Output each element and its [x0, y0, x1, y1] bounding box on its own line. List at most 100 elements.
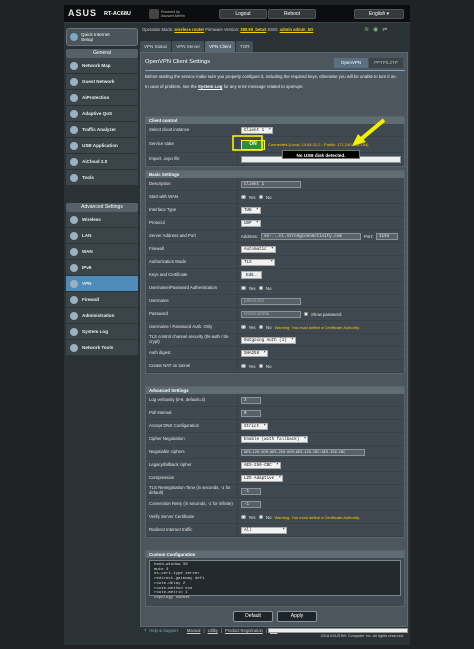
globe-icon: [70, 33, 78, 41]
port-input[interactable]: 1194: [376, 232, 399, 240]
client-instance-select[interactable]: Client 1: [241, 126, 274, 134]
help-icon: ?: [144, 628, 147, 633]
row-keys: Keys and Certificate Edit...: [146, 269, 404, 282]
tab-vpn-client[interactable]: VPN Client: [205, 41, 236, 52]
server-address-input[interactable]: vn-...nl.strongconnectivity.com: [260, 232, 361, 240]
sidebar-item-wan[interactable]: WAN: [66, 244, 138, 260]
ssid-value[interactable]: admin admin_5G: [280, 27, 314, 32]
show-password-checkbox[interactable]: [304, 312, 308, 316]
apply-button[interactable]: Apply: [277, 611, 317, 622]
auth-mode-select[interactable]: TLS: [241, 258, 275, 266]
sidebar-label: Network Tools: [82, 345, 114, 350]
sidebar-item-vpn[interactable]: VPN: [66, 276, 138, 292]
poll-interval-input[interactable]: 0: [241, 409, 261, 417]
userpass-only-yes-radio[interactable]: [241, 324, 246, 330]
utility-link[interactable]: Utility: [208, 628, 218, 633]
log-verbosity-input[interactable]: 3: [241, 396, 261, 404]
subtab-openvpn[interactable]: OpenVPN: [334, 58, 368, 68]
accept-dns-select[interactable]: Strict: [241, 422, 269, 430]
sidebar-item-aiprotection[interactable]: AiProtection: [66, 90, 138, 106]
manual-link[interactable]: Manual: [187, 628, 201, 633]
wan-icon: [70, 247, 78, 256]
legacy-cipher-select[interactable]: AES-256-CBC: [241, 461, 281, 469]
verify-cert-no-radio[interactable]: [258, 514, 264, 520]
password-input[interactable]: Wnb5kq0d9m: [241, 310, 301, 318]
compression-select[interactable]: LZO Adaptive: [241, 474, 284, 482]
redirect-traffic-select[interactable]: All: [241, 526, 287, 534]
help-support-link[interactable]: Help & Support: [149, 628, 177, 633]
tab-vpn-server[interactable]: VPN Server: [172, 41, 205, 52]
row-legacy-cipher: Legacy/fallback cipher AES-256-CBC: [146, 459, 404, 472]
firewall-select[interactable]: Automatic: [241, 245, 276, 253]
start-wan-no-radio[interactable]: [258, 194, 264, 200]
usb-icon[interactable]: ⇌: [382, 26, 387, 33]
username-input[interactable]: p8041422: [241, 297, 301, 305]
userpass-only-no-radio[interactable]: [258, 324, 264, 330]
negotiable-ciphers-input[interactable]: AES-128-GCM:AES-256-GCM:AES-128-CBC:AES-…: [241, 448, 365, 456]
nat-no-radio[interactable]: [258, 363, 264, 369]
sidebar-item-network-map[interactable]: Network Map: [66, 58, 138, 74]
qis-label: Quick Internet Setup: [81, 32, 110, 42]
system-log-link[interactable]: System Log: [198, 84, 222, 89]
op-mode-value[interactable]: wireless router: [174, 27, 204, 32]
default-button[interactable]: Default: [233, 611, 273, 622]
advanced-header: Advanced Settings: [66, 203, 138, 212]
row-label: Create NAT on tunnel: [146, 360, 238, 372]
custom-config-textarea[interactable]: hand-window 30 mute 3 ns-cert-type serve…: [149, 560, 401, 600]
edit-keys-button[interactable]: Edit...: [241, 271, 262, 279]
sidebar-item-aicloud[interactable]: AiCloud 2.0: [66, 154, 138, 170]
sidebar-item-traffic-analyzer[interactable]: Traffic Analyzer: [66, 122, 138, 138]
sidebar-item-guest-network[interactable]: Guest Network: [66, 74, 138, 90]
row-server-address: Server Address and Port Address: vn-...nl.…: [146, 230, 404, 243]
sidebar-item-wireless[interactable]: Wireless: [66, 212, 138, 228]
product-registration-link[interactable]: Product Registration: [225, 628, 263, 633]
sidebar-item-adaptive-qos[interactable]: Adaptive QoS: [66, 106, 138, 122]
userpass-no-radio[interactable]: [258, 285, 264, 291]
sidebar-item-ipv6[interactable]: IPv6: [66, 260, 138, 276]
op-mode-label: Operation Mode:: [142, 27, 174, 32]
cipher-negotiation-select[interactable]: Enable (with fallback): [241, 435, 309, 443]
sidebar-item-lan[interactable]: LAN: [66, 228, 138, 244]
asus-logo: ASUS: [68, 8, 98, 18]
protocol-select[interactable]: UDP: [241, 219, 261, 227]
quick-internet-setup[interactable]: Quick Internet Setup: [66, 28, 138, 46]
row-label: Auth digest: [146, 347, 238, 359]
start-wan-yes-radio[interactable]: [241, 194, 246, 200]
sidebar-label: VPN: [82, 281, 92, 286]
nat-yes-radio[interactable]: [241, 363, 246, 369]
tls-control-select[interactable]: Outgoing Auth (1): [241, 336, 296, 344]
subtab-pptp[interactable]: PPTP/L2TP: [369, 58, 403, 68]
sidebar-item-administration[interactable]: Administration: [66, 308, 138, 324]
sidebar-item-network-tools[interactable]: Network Tools: [66, 340, 138, 356]
verify-cert-yes-radio[interactable]: [241, 514, 246, 520]
sidebar-item-usb-application[interactable]: USB Application: [66, 138, 138, 154]
row-label: Interface Type: [146, 204, 238, 216]
radio-label: Yes: [248, 363, 256, 369]
connection-retry-input[interactable]: -1: [241, 500, 261, 508]
firmware-value[interactable]: 380.59_beta3: [240, 27, 266, 32]
link-icon[interactable]: ◉: [373, 26, 378, 33]
interface-type-select[interactable]: TUN: [241, 206, 261, 214]
language-select[interactable]: English ▾: [354, 9, 404, 19]
wifi-icon[interactable]: ≋: [364, 26, 369, 33]
description-input[interactable]: Client 1: [241, 180, 301, 188]
action-buttons: Default Apply: [141, 611, 409, 622]
reboot-button[interactable]: Reboot: [268, 9, 316, 19]
userpass-yes-radio[interactable]: [241, 285, 246, 291]
radio-label: Yes: [248, 324, 256, 330]
sidebar-item-system-log[interactable]: System Log: [66, 324, 138, 340]
auth-digest-select[interactable]: SHA256: [241, 349, 269, 357]
radio-label: No: [266, 324, 272, 330]
footer-search-input[interactable]: [268, 628, 408, 633]
row-redirect-traffic: Redirect Internet traffic All: [146, 524, 404, 537]
sidebar-item-tools[interactable]: Tools: [66, 170, 138, 186]
tab-tor[interactable]: TOR: [236, 41, 254, 52]
row-label: Import .ovpn file: [146, 153, 238, 165]
tls-reneg-input[interactable]: -1: [241, 487, 261, 495]
tab-vpn-status[interactable]: VPN Status: [140, 41, 172, 52]
logout-button[interactable]: Logout: [219, 9, 267, 19]
service-toggle[interactable]: ON: [241, 139, 265, 150]
copyright: 2018 ASUSTeK Computer Inc. All rights re…: [320, 634, 404, 638]
sidebar-item-firewall[interactable]: Firewall: [66, 292, 138, 308]
qos-icon: [70, 109, 78, 118]
